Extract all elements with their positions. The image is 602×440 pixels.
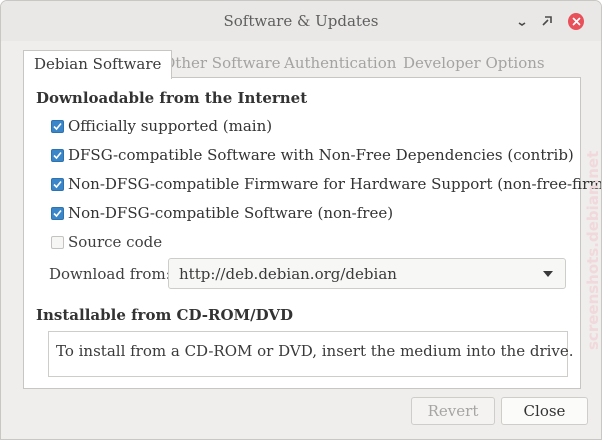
maximize-icon <box>542 16 552 26</box>
checkmark-icon <box>53 122 62 130</box>
checkbox-source-code[interactable] <box>51 235 64 249</box>
minimize-icon <box>518 22 526 26</box>
option-label: Non-DFSG-compatible Software (non-free) <box>68 204 394 222</box>
main-content: Debian Software Other Software Authentic… <box>23 50 601 390</box>
option-main[interactable]: Officially supported (main) <box>51 117 272 135</box>
revert-button[interactable]: Revert <box>411 397 495 425</box>
tab-developer-options[interactable]: Developer Options <box>403 50 545 77</box>
app-window: Software & Updates Debian Software Other… <box>0 0 602 440</box>
cdrom-info-text: To install from a CD-ROM or DVD, insert … <box>56 342 574 360</box>
watermark-text: screenshots.debian.net <box>584 150 602 350</box>
download-server-value: http://deb.debian.org/debian <box>179 265 397 283</box>
option-source-code[interactable]: Source code <box>51 233 162 251</box>
cdrom-info-box: To install from a CD-ROM or DVD, insert … <box>48 331 574 377</box>
minimize-button[interactable] <box>514 13 530 29</box>
tab-authentication[interactable]: Authentication <box>284 50 396 77</box>
tab-other-software[interactable]: Other Software <box>163 50 281 77</box>
option-label: DFSG-compatible Software with Non-Free D… <box>68 146 574 164</box>
download-server-select[interactable]: http://deb.debian.org/debian <box>168 258 566 289</box>
tab-bar: Debian Software Other Software Authentic… <box>23 50 581 79</box>
option-label: Non-DFSG-compatible Firmware for Hardwar… <box>68 175 602 193</box>
tab-debian-software[interactable]: Debian Software <box>23 50 173 79</box>
download-from-label: Download from: <box>49 265 171 283</box>
checkbox-non-free-firmware[interactable] <box>51 177 64 191</box>
debian-software-panel: Downloadable from the Internet Officiall… <box>23 77 601 389</box>
checkbox-contrib[interactable] <box>51 148 64 162</box>
cdrom-section-heading: Installable from CD-ROM/DVD <box>36 306 293 324</box>
checkmark-icon <box>53 151 62 159</box>
dropdown-arrow-icon <box>543 271 553 277</box>
close-icon <box>568 12 584 30</box>
checkbox-main[interactable] <box>51 119 64 133</box>
close-button[interactable]: Close <box>501 397 588 425</box>
checkbox-non-free[interactable] <box>51 206 64 220</box>
option-non-free[interactable]: Non-DFSG-compatible Software (non-free) <box>51 204 393 222</box>
option-non-free-firmware[interactable]: Non-DFSG-compatible Firmware for Hardwar… <box>51 175 602 193</box>
checkmark-icon <box>53 209 62 217</box>
window-title: Software & Updates <box>223 12 379 30</box>
maximize-button[interactable] <box>539 13 555 29</box>
title-bar: Software & Updates <box>1 1 601 41</box>
internet-section-heading: Downloadable from the Internet <box>36 89 308 107</box>
option-contrib[interactable]: DFSG-compatible Software with Non-Free D… <box>51 146 574 164</box>
watermark: screenshots.debian.net <box>582 100 602 350</box>
window-close-button[interactable] <box>568 12 584 30</box>
option-label: Officially supported (main) <box>68 117 273 135</box>
checkmark-icon <box>53 180 62 188</box>
option-label: Source code <box>68 233 163 251</box>
